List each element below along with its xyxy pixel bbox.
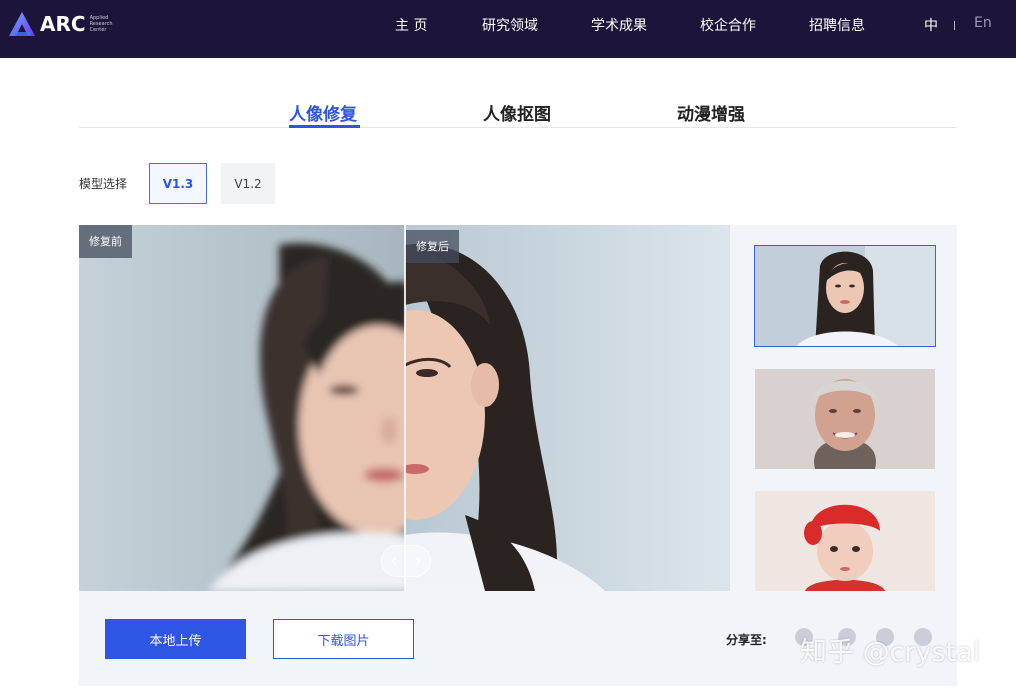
after-image: [405, 225, 730, 591]
logo-subtitle: Applied Research Center: [89, 15, 113, 33]
nav-cooperation[interactable]: 校企合作: [700, 15, 756, 35]
top-navbar: ARC Applied Research Center 主 页 研究领域 学术成…: [0, 0, 1016, 58]
nav-publications[interactable]: 学术成果: [591, 15, 647, 35]
nav-home[interactable]: 主 页: [395, 15, 427, 35]
model-select-label: 模型选择: [79, 177, 128, 191]
share-label: 分享至:: [726, 633, 767, 647]
thumbnail-older-man[interactable]: [755, 369, 935, 469]
before-image: [79, 225, 405, 591]
chevron-right-icon: ›: [414, 551, 422, 570]
chevron-left-icon: ‹: [390, 551, 398, 570]
nav-research[interactable]: 研究领域: [482, 15, 538, 35]
lang-chinese[interactable]: 中: [924, 15, 938, 35]
tab-portrait-matting[interactable]: 人像抠图: [483, 100, 551, 125]
compare-divider[interactable]: [404, 225, 406, 591]
lang-english[interactable]: En: [974, 15, 992, 31]
tab-anime-enhance[interactable]: 动漫增强: [677, 100, 745, 125]
nav-careers[interactable]: 招聘信息: [809, 15, 865, 35]
thumbnail-baby-red-hat[interactable]: [755, 491, 935, 591]
model-v13-button[interactable]: V1.3: [149, 163, 207, 204]
logo-text: ARC: [40, 12, 86, 36]
tabs-divider: [79, 127, 957, 128]
compare-slider-handle[interactable]: ‹ ›: [381, 545, 431, 577]
active-tab-indicator: [289, 125, 360, 128]
after-label: 修复后: [406, 230, 459, 263]
arc-logo[interactable]: ARC Applied Research Center: [8, 10, 124, 38]
download-image-button[interactable]: 下载图片: [273, 619, 414, 659]
before-after-compare[interactable]: 修复前 修复后 ‹ ›: [79, 225, 730, 591]
thumbnail-young-woman[interactable]: [754, 245, 936, 347]
tab-portrait-restoration[interactable]: 人像修复: [289, 100, 357, 125]
watermark-text: 知乎 @crystal: [800, 637, 981, 668]
model-v12-button[interactable]: V1.2: [221, 163, 275, 204]
arc-logo-icon: [9, 12, 35, 36]
lang-divider: [954, 21, 955, 30]
before-label: 修复前: [79, 225, 132, 258]
upload-local-button[interactable]: 本地上传: [105, 619, 246, 659]
